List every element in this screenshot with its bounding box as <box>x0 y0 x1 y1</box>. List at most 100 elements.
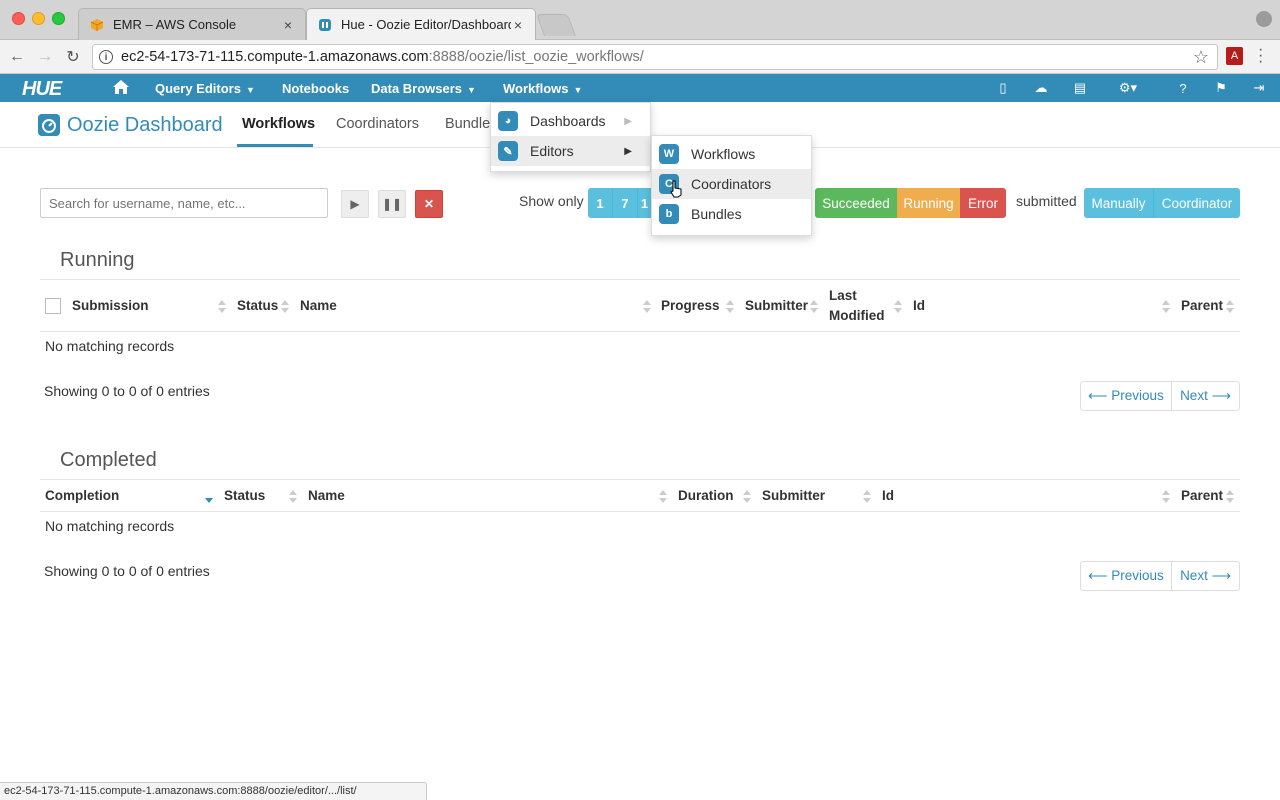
help-icon[interactable]: ? <box>1175 80 1191 96</box>
url-host: ec2-54-173-71-115.compute-1.amazonaws.co… <box>121 49 429 65</box>
column-header-submitter[interactable]: Submitter <box>745 296 808 316</box>
tab-workflows[interactable]: Workflows <box>242 116 315 132</box>
previous-page-button[interactable]: ⟵ Previous <box>1081 562 1172 590</box>
flag-icon[interactable]: ⚑ <box>1213 80 1229 96</box>
column-header-submission[interactable]: Submission <box>72 296 149 316</box>
column-header-parent[interactable]: Parent <box>1181 486 1223 506</box>
oozie-dashboard-icon <box>38 114 60 136</box>
column-header-status[interactable]: Status <box>224 486 265 506</box>
column-header-status[interactable]: Status <box>237 296 278 316</box>
divider <box>40 331 1240 332</box>
column-header-name[interactable]: Name <box>300 296 337 316</box>
tab-coordinators[interactable]: Coordinators <box>336 116 419 132</box>
column-header-last-modified[interactable]: Last Modified <box>829 286 889 326</box>
bookmark-star-icon[interactable]: ☆ <box>1193 47 1209 68</box>
column-header-progress[interactable]: Progress <box>661 296 720 316</box>
browser-tab-hue[interactable]: Hue - Oozie Editor/Dashboard × <box>306 8 536 40</box>
suspend-pause-button[interactable]: ❚❚ <box>378 190 406 218</box>
sort-icon[interactable] <box>810 300 818 314</box>
column-header-name[interactable]: Name <box>308 486 345 506</box>
days-filter-1[interactable]: 1 <box>588 188 613 218</box>
browser-tab-emr[interactable]: EMR – AWS Console × <box>78 8 306 40</box>
nav-workflows[interactable]: Workflows ▼ <box>503 81 582 96</box>
logout-icon[interactable]: ⇥ <box>1251 80 1267 96</box>
sort-icon[interactable] <box>1162 300 1170 314</box>
menu-item-label: Coordinators <box>691 176 772 192</box>
sort-icon[interactable] <box>289 490 297 504</box>
sort-icon[interactable] <box>894 300 902 314</box>
sort-icon[interactable] <box>743 490 751 504</box>
menu-item-label: Dashboards <box>530 113 606 129</box>
previous-page-button[interactable]: ⟵ Previous <box>1081 382 1172 410</box>
status-error-button[interactable]: Error <box>960 188 1006 218</box>
hue-logo[interactable]: HUE <box>22 78 62 101</box>
window-close-button[interactable] <box>12 12 25 25</box>
submitted-manually-button[interactable]: Manually <box>1084 188 1154 218</box>
acrobat-extension-icon[interactable]: A <box>1226 47 1243 65</box>
workflows-dropdown-menu: ◕ Dashboards ▶ ✎ Editors ▶ <box>490 102 651 172</box>
submitted-coordinator-button[interactable]: Coordinator <box>1154 188 1240 218</box>
tab-close-icon[interactable]: × <box>281 17 295 33</box>
next-page-button[interactable]: Next ⟶ <box>1172 382 1239 410</box>
menu-item-label: Bundles <box>691 206 742 222</box>
home-icon[interactable] <box>112 78 130 96</box>
status-running-button[interactable]: Running <box>897 188 960 218</box>
sort-icon[interactable] <box>1226 300 1234 314</box>
days-filter-7[interactable]: 7 <box>613 188 638 218</box>
resume-play-button[interactable]: ▶ <box>341 190 369 218</box>
column-header-submitter[interactable]: Submitter <box>762 486 825 506</box>
submenu-item-bundles[interactable]: b Bundles <box>652 199 811 229</box>
sort-icon[interactable] <box>1162 490 1170 504</box>
submenu-item-workflows[interactable]: W Workflows <box>652 139 811 169</box>
info-icon[interactable]: i <box>99 50 113 64</box>
running-section-title: Running <box>60 249 135 271</box>
select-all-checkbox[interactable] <box>45 298 61 314</box>
address-bar[interactable]: i ec2-54-173-71-115.compute-1.amazonaws.… <box>92 44 1218 70</box>
sort-desc-icon[interactable] <box>205 490 213 504</box>
new-tab-button[interactable] <box>535 14 577 36</box>
window-minimize-button[interactable] <box>32 12 45 25</box>
tab-label: Hue - Oozie Editor/Dashboard <box>341 17 511 32</box>
settings-gear-icon[interactable]: ⚙▾ <box>1113 80 1143 96</box>
search-input[interactable] <box>40 188 328 218</box>
profile-icon[interactable] <box>1256 11 1272 27</box>
nav-notebooks[interactable]: Notebooks <box>282 81 349 96</box>
menu-item-editors[interactable]: ✎ Editors ▶ <box>491 136 650 166</box>
column-header-id[interactable]: Id <box>913 296 925 316</box>
menu-item-dashboards[interactable]: ◕ Dashboards ▶ <box>491 106 650 136</box>
nav-query-editors[interactable]: Query Editors ▼ <box>155 81 255 96</box>
nav-data-browsers[interactable]: Data Browsers ▼ <box>371 81 476 96</box>
sort-icon[interactable] <box>281 300 289 314</box>
sort-icon[interactable] <box>643 300 651 314</box>
sort-icon[interactable] <box>726 300 734 314</box>
nav-label: Notebooks <box>282 81 350 96</box>
column-header-id[interactable]: Id <box>882 486 894 506</box>
column-header-completion[interactable]: Completion <box>45 486 119 506</box>
reload-icon[interactable]: ↻ <box>62 46 84 68</box>
column-header-parent[interactable]: Parent <box>1181 296 1223 316</box>
sort-icon[interactable] <box>659 490 667 504</box>
status-succeeded-button[interactable]: Succeeded <box>815 188 897 218</box>
sort-icon[interactable] <box>218 300 226 314</box>
workflow-w-icon: W <box>659 144 679 164</box>
page-title[interactable]: Oozie Dashboard <box>67 114 223 137</box>
sort-icon[interactable] <box>863 490 871 504</box>
tab-close-icon[interactable]: × <box>511 17 525 33</box>
document-icon[interactable]: ▯ <box>995 80 1011 96</box>
kill-button[interactable]: ✕ <box>415 190 443 218</box>
table-icon[interactable]: ▤ <box>1072 80 1088 96</box>
divider <box>40 479 1240 480</box>
back-arrow-icon[interactable]: ← <box>6 46 28 68</box>
show-only-label: Show only <box>519 193 584 209</box>
divider <box>40 279 1240 280</box>
forward-arrow-icon[interactable]: → <box>34 46 56 68</box>
days-filter-partial[interactable]: 1 <box>638 188 652 218</box>
cloud-icon[interactable]: ☁ <box>1033 80 1049 96</box>
sort-icon[interactable] <box>1226 490 1234 504</box>
tab-label: EMR – AWS Console <box>113 17 237 32</box>
window-zoom-button[interactable] <box>52 12 65 25</box>
browser-menu-icon[interactable]: · · · <box>1258 42 1263 70</box>
column-header-duration[interactable]: Duration <box>678 486 734 506</box>
next-page-button[interactable]: Next ⟶ <box>1172 562 1239 590</box>
chevron-down-icon: ▼ <box>467 85 476 95</box>
